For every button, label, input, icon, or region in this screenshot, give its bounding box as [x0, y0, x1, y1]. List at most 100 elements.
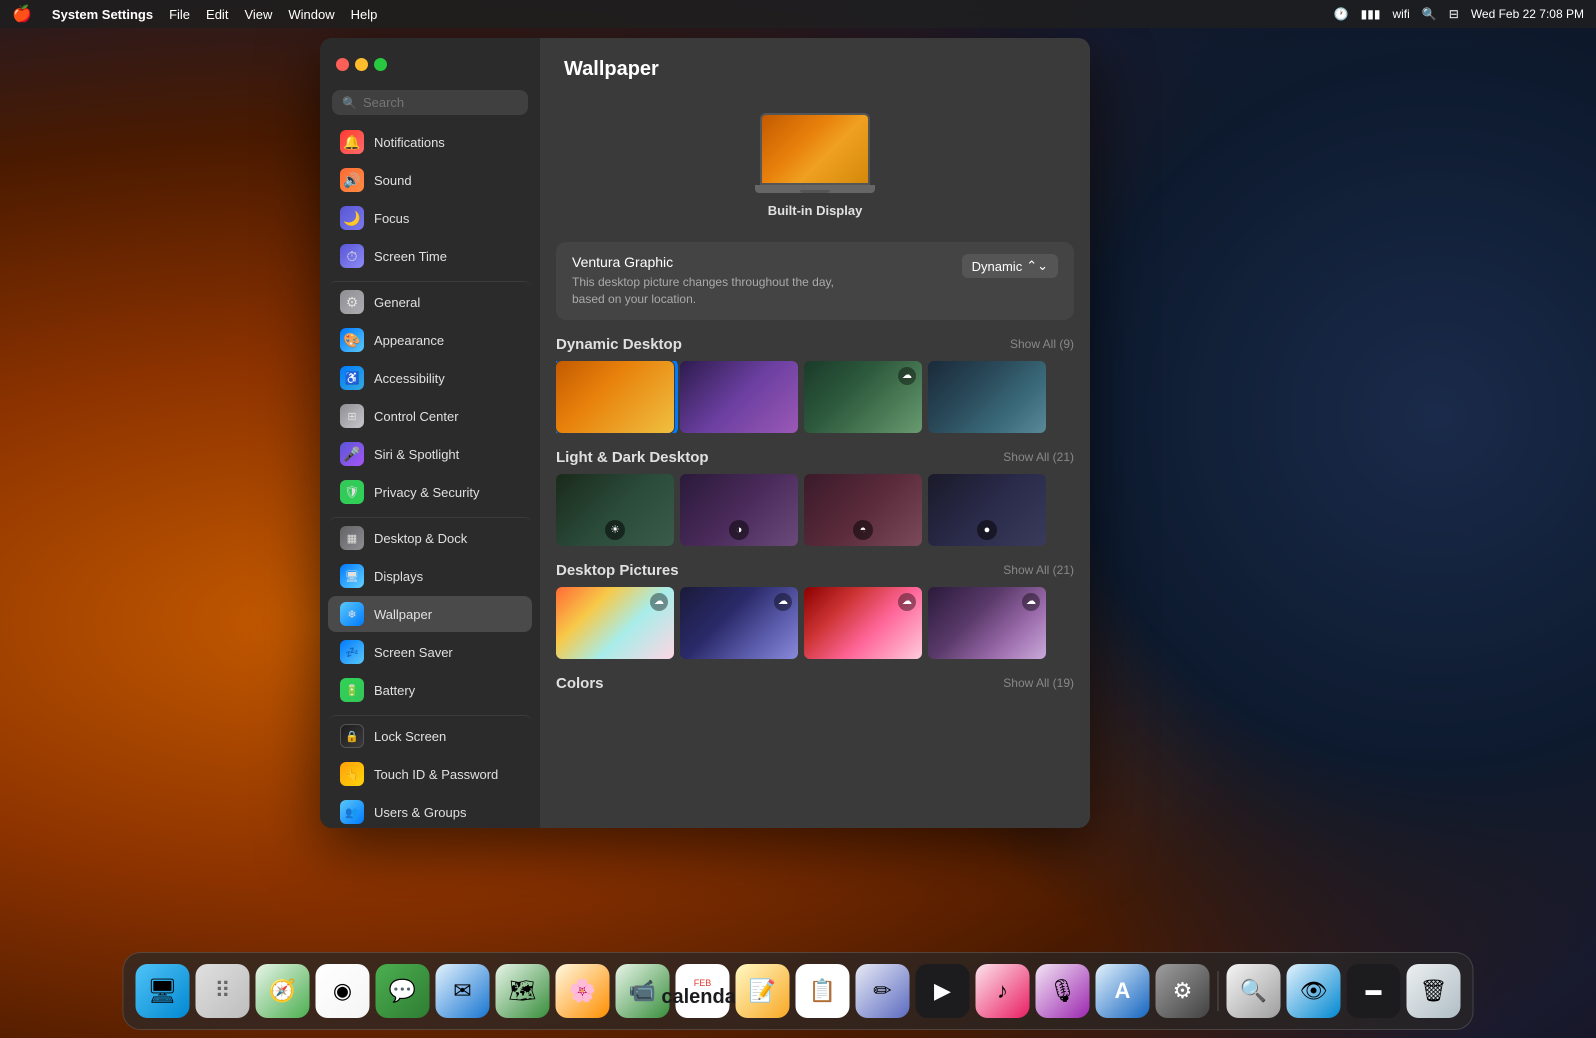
- thumbnail-img-dd2: [680, 361, 798, 433]
- dynamic-selector[interactable]: Dynamic ⌃⌄: [962, 254, 1058, 278]
- apple-menu[interactable]: 🍎: [12, 4, 32, 24]
- dock-item-settings[interactable]: ⚙: [1156, 964, 1210, 1018]
- sidebar-item-wallpaper[interactable]: ❄ Wallpaper: [328, 596, 532, 632]
- search-input[interactable]: [363, 95, 518, 110]
- thumbnail-dd4[interactable]: [928, 361, 1046, 433]
- sidebar-label-displays: Displays: [374, 569, 423, 584]
- dock-item-notchbar[interactable]: ▬: [1347, 964, 1401, 1018]
- battery-icon[interactable]: ▮▮▮: [1361, 7, 1381, 21]
- dock-item-launchpad[interactable]: ⠿: [196, 964, 250, 1018]
- menubar-right: 🕐 ▮▮▮ wifi 🔍 ⊟ Wed Feb 22 7:08 PM: [1334, 7, 1584, 21]
- dock-item-calendar[interactable]: FEB calendar: [676, 964, 730, 1018]
- wifi-icon[interactable]: wifi: [1392, 7, 1409, 21]
- menubar-file[interactable]: File: [169, 7, 190, 22]
- dock-item-photos[interactable]: 🌸: [556, 964, 610, 1018]
- sidebar-item-notifications[interactable]: 🔔 Notifications: [328, 124, 532, 160]
- search-box[interactable]: 🔍: [332, 90, 528, 115]
- sidebar-item-siri[interactable]: 🎤 Siri & Spotlight: [328, 436, 532, 472]
- appearance-icon: 🎨: [340, 328, 364, 352]
- sidebar-item-accessibility[interactable]: ♿ Accessibility: [328, 360, 532, 396]
- show-all-colors[interactable]: Show All (19): [1003, 676, 1074, 690]
- thumbnail-dd1[interactable]: [556, 361, 674, 433]
- close-button[interactable]: [336, 58, 349, 71]
- menubar-help[interactable]: Help: [351, 7, 378, 22]
- sidebar-label-users: Users & Groups: [374, 805, 466, 820]
- dock-item-preview[interactable]: 👁: [1287, 964, 1341, 1018]
- thumbnail-ld2[interactable]: ◑: [680, 474, 798, 546]
- sidebar-item-desktopdock[interactable]: ▦ Desktop & Dock: [328, 517, 532, 556]
- sidebar-item-screentime[interactable]: ⏱ Screen Time: [328, 238, 532, 274]
- datetime-display[interactable]: Wed Feb 22 7:08 PM: [1471, 7, 1584, 21]
- time-machine-icon[interactable]: 🕐: [1334, 7, 1349, 21]
- chevron-up-down-icon: ⌃⌄: [1026, 258, 1048, 274]
- thumbnail-dp4[interactable]: ☁: [928, 587, 1046, 659]
- sidebar-item-touchid[interactable]: 👆 Touch ID & Password: [328, 756, 532, 792]
- sidebar-item-privacy[interactable]: 🛡 Privacy & Security: [328, 474, 532, 510]
- menubar-view[interactable]: View: [244, 7, 272, 22]
- dock-item-reminders[interactable]: 📋: [796, 964, 850, 1018]
- show-all-desktoppictures[interactable]: Show All (21): [1003, 563, 1074, 577]
- menubar-edit[interactable]: Edit: [206, 7, 228, 22]
- cloud-icon-dp1: ☁: [650, 593, 668, 611]
- sidebar-item-appearance[interactable]: 🎨 Appearance: [328, 322, 532, 358]
- thumbnail-ld1[interactable]: ☀: [556, 474, 674, 546]
- dock-item-trash[interactable]: 🗑: [1407, 964, 1461, 1018]
- sidebar-item-focus[interactable]: 🌙 Focus: [328, 200, 532, 236]
- sidebar-item-general[interactable]: ⚙ General: [328, 281, 532, 320]
- dock-item-chrome[interactable]: ◉: [316, 964, 370, 1018]
- dock-item-notes[interactable]: 📝: [736, 964, 790, 1018]
- freeform-icon: ✏: [873, 978, 891, 1004]
- show-all-lightdark[interactable]: Show All (21): [1003, 450, 1074, 464]
- sidebar-item-controlcenter[interactable]: ⊞ Control Center: [328, 398, 532, 434]
- finder-icon: 🖥: [147, 977, 177, 1006]
- menubar-window[interactable]: Window: [288, 7, 334, 22]
- control-center-icon[interactable]: ⊟: [1449, 7, 1459, 21]
- photos-icon: 🌸: [569, 978, 596, 1004]
- thumbnail-dp1[interactable]: ☁: [556, 587, 674, 659]
- wallpaper-info-bar: Ventura Graphic This desktop picture cha…: [556, 242, 1074, 320]
- dock-item-safari[interactable]: 🧭: [256, 964, 310, 1018]
- fullscreen-button[interactable]: [374, 58, 387, 71]
- menubar-left: 🍎 System Settings File Edit View Window …: [12, 4, 377, 24]
- desktopdock-icon: ▦: [340, 526, 364, 550]
- sidebar-item-lockscreen[interactable]: 🔒 Lock Screen: [328, 715, 532, 754]
- sidebar-label-appearance: Appearance: [374, 333, 444, 348]
- dock-item-freeform[interactable]: ✏: [856, 964, 910, 1018]
- thumbnail-dp3[interactable]: ☁: [804, 587, 922, 659]
- dock-item-maps[interactable]: 🗺: [496, 964, 550, 1018]
- sidebar-item-battery[interactable]: 🔋 Battery: [328, 672, 532, 708]
- search-icon: 🔍: [342, 96, 357, 110]
- section-colors: Colors Show All (19): [556, 675, 1074, 692]
- mode-icon-ld1: ☀: [605, 520, 625, 540]
- appletv-icon: ▶: [934, 978, 951, 1004]
- thumbnail-ld3[interactable]: ◓: [804, 474, 922, 546]
- dock-item-appletv[interactable]: ▶: [916, 964, 970, 1018]
- sidebar-item-users[interactable]: 👥 Users & Groups: [328, 794, 532, 828]
- minimize-button[interactable]: [355, 58, 368, 71]
- show-all-dynamic[interactable]: Show All (9): [1010, 337, 1074, 351]
- sidebar-item-screensaver[interactable]: 💤 Screen Saver: [328, 634, 532, 670]
- display-preview: Built-in Display: [540, 97, 1090, 242]
- search-menubar-icon[interactable]: 🔍: [1422, 7, 1437, 21]
- cloud-icon-dp3: ☁: [898, 593, 916, 611]
- thumbnail-dd3[interactable]: ☁: [804, 361, 922, 433]
- sidebar-item-displays[interactable]: 🖥 Displays: [328, 558, 532, 594]
- titlebar: [320, 38, 540, 90]
- dock-item-music[interactable]: ♪: [976, 964, 1030, 1018]
- dock-item-mail[interactable]: ✉: [436, 964, 490, 1018]
- dock-item-podcasts[interactable]: 🎙: [1036, 964, 1090, 1018]
- dock-item-appstore[interactable]: A: [1096, 964, 1150, 1018]
- notifications-icon: 🔔: [340, 130, 364, 154]
- mode-icon-ld3: ◓: [853, 520, 873, 540]
- dock-item-spotlight[interactable]: 🔍: [1227, 964, 1281, 1018]
- sidebar-item-sound[interactable]: 🔊 Sound: [328, 162, 532, 198]
- thumbnail-dd2[interactable]: [680, 361, 798, 433]
- thumbnail-dp2[interactable]: ☁: [680, 587, 798, 659]
- sidebar-label-screentime: Screen Time: [374, 249, 447, 264]
- dock-item-messages[interactable]: 💬: [376, 964, 430, 1018]
- focus-icon: 🌙: [340, 206, 364, 230]
- menubar-app-name[interactable]: System Settings: [52, 7, 153, 22]
- dock-item-finder[interactable]: 🖥: [136, 964, 190, 1018]
- thumbnail-row-dynamic: ☁: [556, 361, 1074, 433]
- thumbnail-ld4[interactable]: ●: [928, 474, 1046, 546]
